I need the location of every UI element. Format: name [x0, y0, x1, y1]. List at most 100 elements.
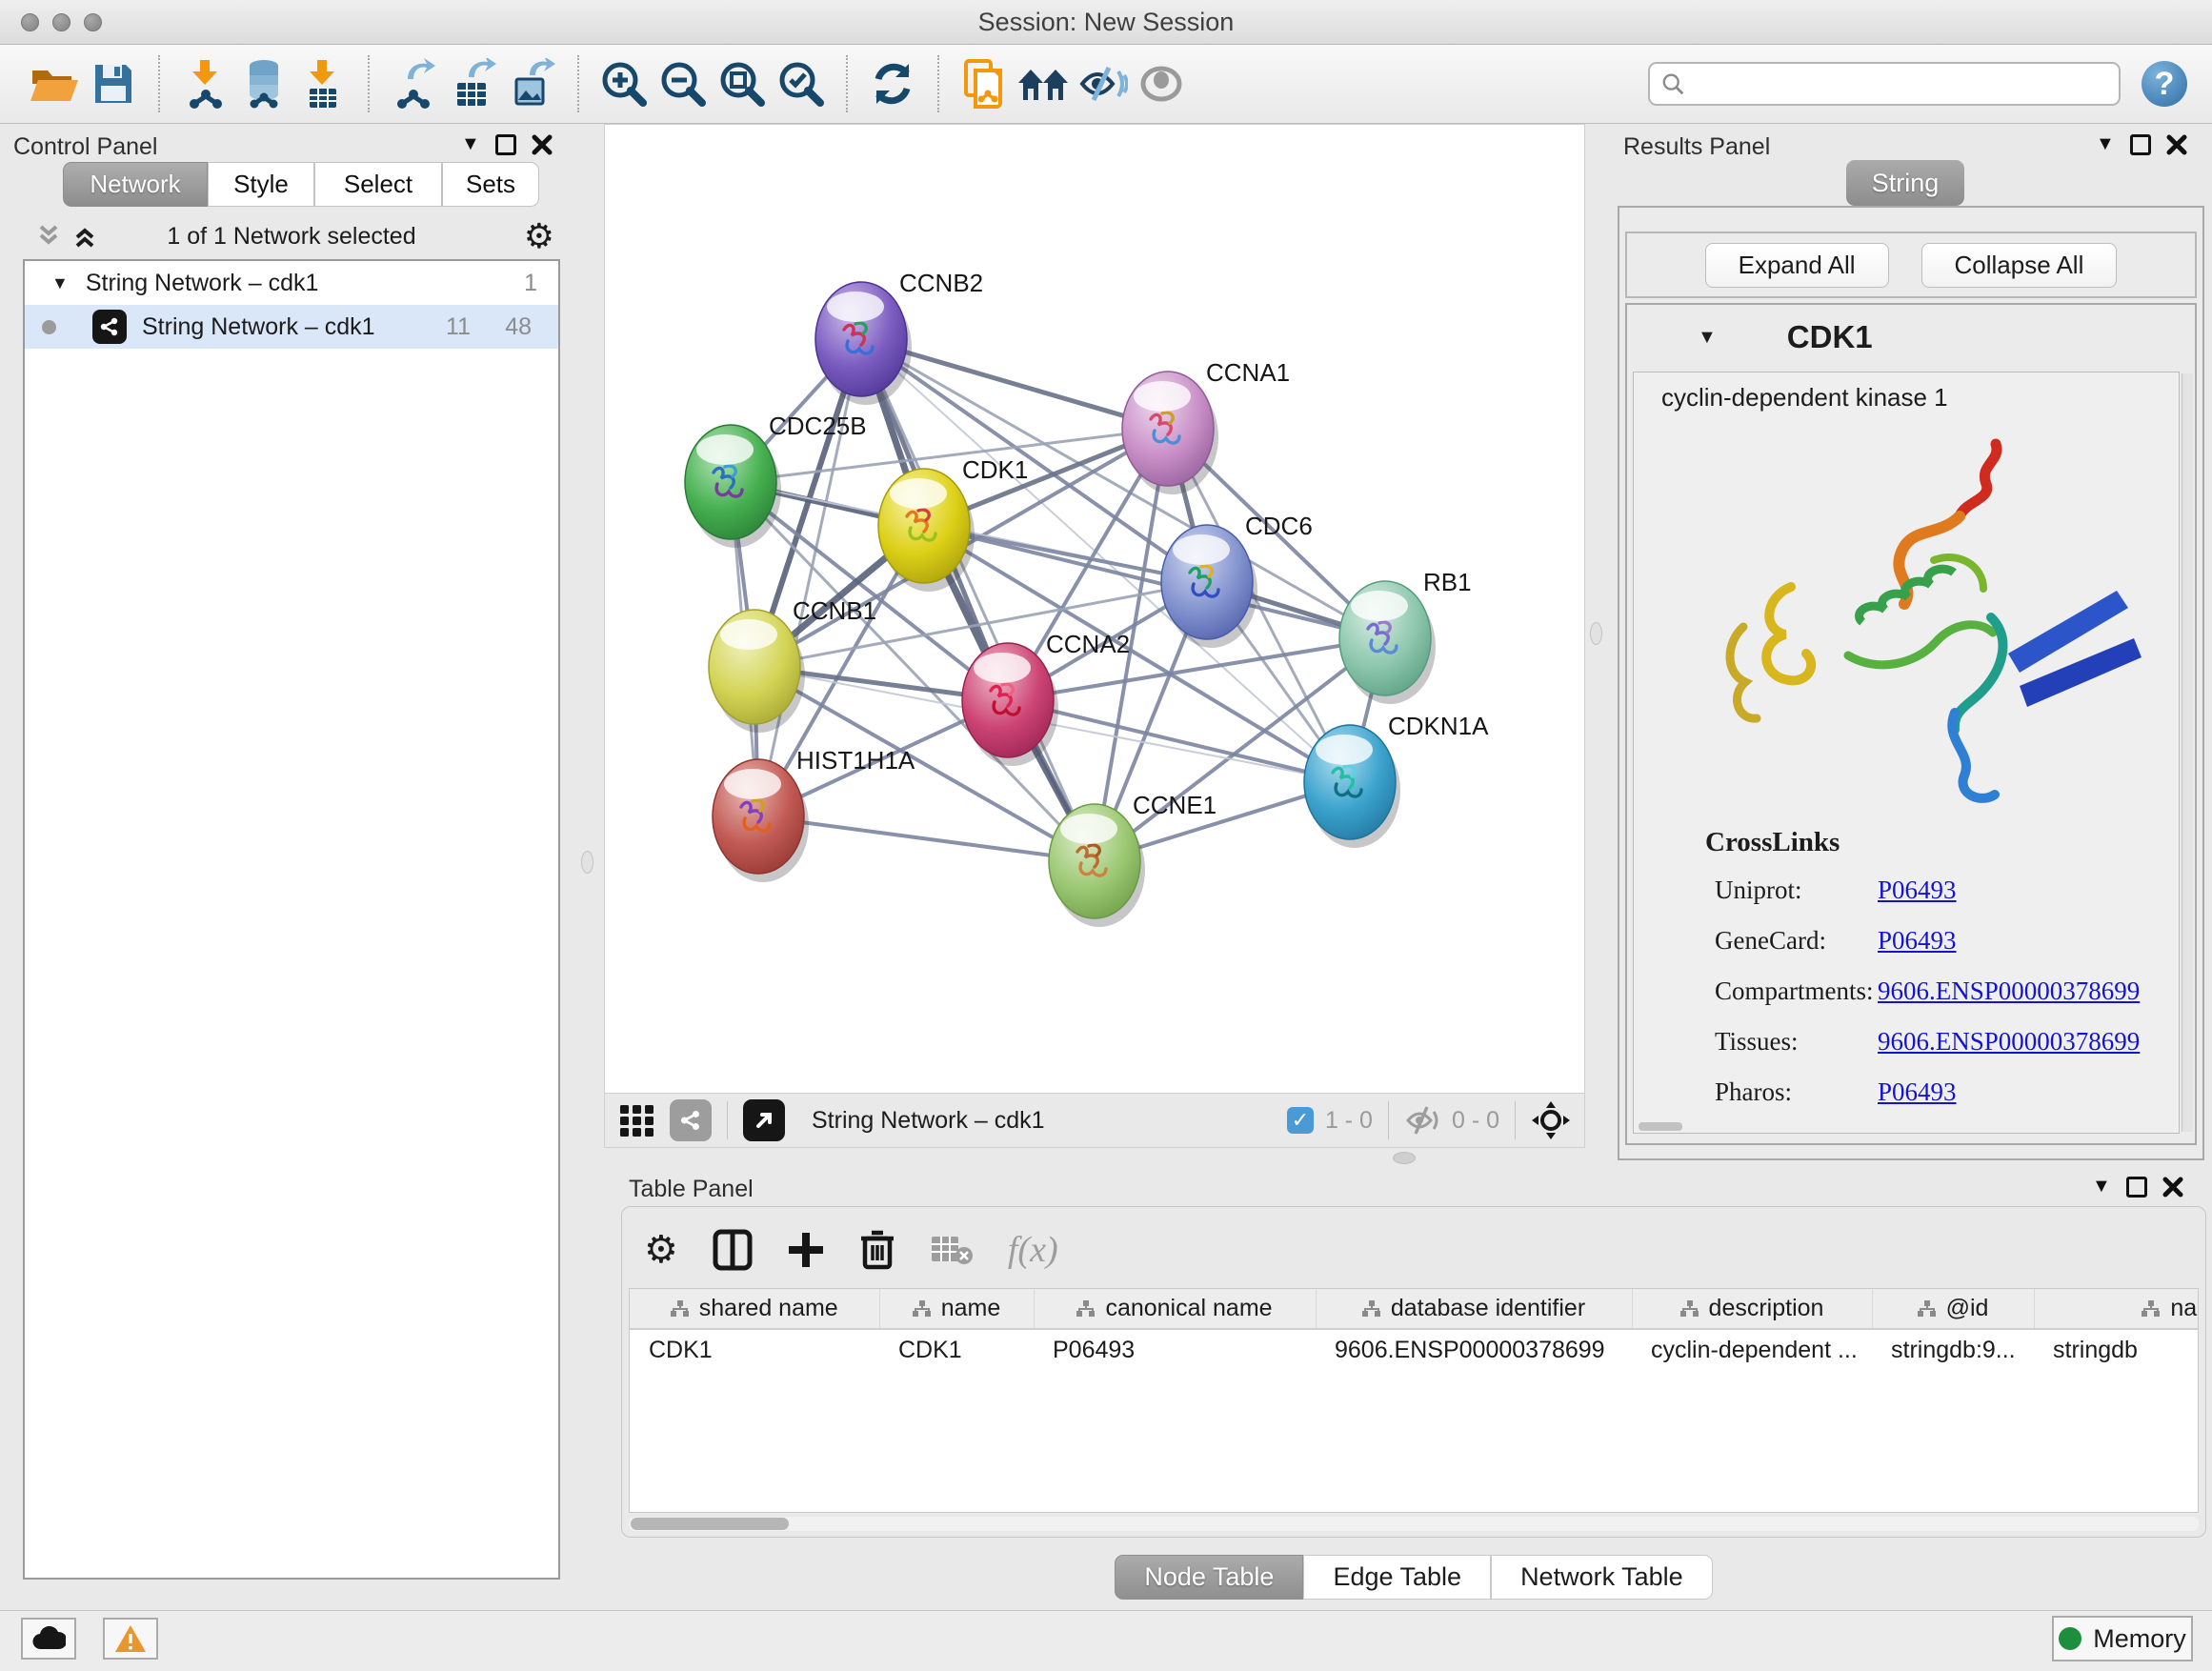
crosslink-link[interactable]: 9606.ENSP00000378699: [1878, 1027, 2140, 1057]
column-header[interactable]: canonical name: [1034, 1289, 1316, 1329]
column-header[interactable]: database identifier: [1316, 1289, 1632, 1329]
network-view-canvas[interactable]: CCNB2CCNA1CDC25BCDK1CDC6RB1CCNB1CCNA2CDK…: [604, 124, 1585, 1094]
network-node-CCNB2[interactable]: CCNB2: [815, 269, 983, 405]
close-panel-icon[interactable]: [2166, 134, 2187, 155]
network-node-CCNE1[interactable]: CCNE1: [1049, 791, 1217, 927]
cell-id[interactable]: stringdb:9...: [1872, 1329, 2034, 1371]
crosslink-link[interactable]: P06493: [1878, 1077, 1957, 1107]
float-panel-icon[interactable]: [2126, 1177, 2147, 1198]
panel-menu-caret-icon[interactable]: ▼: [2092, 1176, 2111, 1198]
table-row[interactable]: CDK1 CDK1 P06493 9606.ENSP00000378699 cy…: [630, 1329, 2199, 1371]
crosslink-link[interactable]: 9606.ENSP00000378699: [1878, 976, 2140, 1006]
column-header[interactable]: description: [1632, 1289, 1872, 1329]
tab-node-table[interactable]: Node Table: [1115, 1555, 1303, 1600]
crosslink-link[interactable]: P06493: [1878, 876, 1957, 905]
clone-network-button[interactable]: [955, 54, 1014, 113]
column-header[interactable]: shared name: [630, 1289, 879, 1329]
export-image-button[interactable]: [503, 54, 562, 113]
search-input[interactable]: [1692, 70, 2107, 97]
panel-menu-caret-icon[interactable]: ▼: [2096, 133, 2115, 155]
warnings-button[interactable]: [103, 1618, 158, 1660]
zoom-out-button[interactable]: [654, 54, 713, 113]
column-header[interactable]: name: [879, 1289, 1034, 1329]
string-view-icon[interactable]: [670, 1099, 712, 1141]
tab-select[interactable]: Select: [314, 162, 442, 207]
zoom-fit-button[interactable]: [713, 54, 772, 113]
panel-menu-caret-icon[interactable]: ▼: [461, 133, 480, 155]
horizontal-splitter-handle[interactable]: [1393, 1152, 1416, 1164]
add-column-icon[interactable]: [787, 1231, 825, 1269]
column-header[interactable]: @id: [1872, 1289, 2034, 1329]
cell-namespace[interactable]: stringdb: [2034, 1329, 2199, 1371]
network-edge[interactable]: [861, 339, 1095, 861]
column-header[interactable]: namespace: [2034, 1289, 2199, 1329]
show-hidden-button[interactable]: [1132, 54, 1191, 113]
table-options-gear-icon[interactable]: ⚙: [644, 1231, 678, 1269]
cloud-status-button[interactable]: [21, 1618, 76, 1660]
left-splitter-handle[interactable]: [581, 851, 593, 874]
right-splitter-handle[interactable]: [1590, 622, 1602, 645]
network-node-CDKN1A[interactable]: CDKN1A: [1304, 712, 1489, 848]
table-horizontal-scrollbar-thumb[interactable]: [631, 1518, 789, 1530]
tab-network[interactable]: Network: [63, 162, 208, 207]
expand-all-button[interactable]: Expand All: [1705, 243, 1889, 288]
close-panel-icon[interactable]: [532, 134, 553, 155]
close-panel-icon[interactable]: [2162, 1177, 2183, 1198]
node-table[interactable]: shared name name canonical name database…: [629, 1288, 2199, 1513]
tree-expand-caret-icon[interactable]: ▼: [51, 273, 69, 293]
toolbar-search-field[interactable]: [1648, 62, 2121, 106]
grid-view-icon[interactable]: [618, 1101, 656, 1139]
save-session-button[interactable]: [84, 54, 143, 113]
open-session-button[interactable]: [25, 54, 84, 113]
network-node-CCNA2[interactable]: CCNA2: [962, 630, 1130, 766]
tab-network-table[interactable]: Network Table: [1491, 1555, 1713, 1600]
collapse-all-button[interactable]: Collapse All: [1921, 243, 2118, 288]
results-vertical-scrollbar[interactable]: [2182, 373, 2193, 1132]
refresh-view-button[interactable]: [863, 54, 922, 113]
table-horizontal-scrollbar[interactable]: [629, 1517, 2199, 1531]
delete-column-icon[interactable]: [859, 1229, 895, 1271]
zoom-in-button[interactable]: [594, 54, 654, 113]
network-node-RB1[interactable]: RB1: [1339, 568, 1472, 704]
cell-database-identifier[interactable]: 9606.ENSP00000378699: [1316, 1329, 1632, 1371]
export-table-button[interactable]: [444, 54, 503, 113]
zoom-selected-button[interactable]: [772, 54, 831, 113]
results-horizontal-scrollbar-thumb[interactable]: [1639, 1122, 1682, 1131]
network-collection-row[interactable]: ▼ String Network – cdk1 1: [25, 261, 558, 305]
open-folder-icon: [29, 61, 80, 107]
hide-unhide-button[interactable]: [1073, 54, 1132, 113]
show-columns-icon[interactable]: [713, 1229, 753, 1271]
network-node-HIST1H1A[interactable]: HIST1H1A: [713, 746, 915, 882]
home-string-button[interactable]: [1014, 54, 1073, 113]
network-node-CCNA1[interactable]: CCNA1: [1122, 358, 1290, 494]
memory-button[interactable]: Memory: [2052, 1616, 2193, 1661]
export-network-button[interactable]: [385, 54, 444, 113]
tab-style[interactable]: Style: [208, 162, 314, 207]
float-panel-icon[interactable]: [2130, 134, 2151, 155]
crosslink-link[interactable]: P06493: [1878, 926, 1957, 956]
network-row[interactable]: String Network – cdk1 11 48: [25, 305, 558, 349]
tab-edge-table[interactable]: Edge Table: [1303, 1555, 1491, 1600]
delete-table-icon[interactable]: [930, 1233, 974, 1267]
selected-nodes-checkbox[interactable]: ✓: [1287, 1107, 1314, 1134]
import-database-button[interactable]: [234, 54, 293, 113]
birdseye-crosshair-icon[interactable]: [1531, 1100, 1571, 1140]
import-network-button[interactable]: [175, 54, 234, 113]
cell-shared-name[interactable]: CDK1: [630, 1329, 879, 1371]
open-in-browser-button[interactable]: [743, 1099, 785, 1141]
float-panel-icon[interactable]: [495, 134, 516, 155]
import-table-button[interactable]: [293, 54, 352, 113]
cell-canonical-name[interactable]: P06493: [1034, 1329, 1316, 1371]
network-node-CCNB1[interactable]: CCNB1: [709, 596, 876, 733]
cell-description[interactable]: cyclin-dependent ...: [1632, 1329, 1872, 1371]
cell-name[interactable]: CDK1: [879, 1329, 1034, 1371]
network-node-CDC6[interactable]: CDC6: [1161, 512, 1313, 648]
help-button[interactable]: ?: [2142, 61, 2187, 107]
tab-sets[interactable]: Sets: [442, 162, 539, 207]
hidden-elements-icon[interactable]: [1404, 1105, 1440, 1136]
string-network-graph[interactable]: CCNB2CCNA1CDC25BCDK1CDC6RB1CCNB1CCNA2CDK…: [605, 125, 1586, 1095]
results-tab-string[interactable]: String: [1846, 160, 1964, 206]
gene-section-header[interactable]: ▼ CDK1: [1625, 303, 2197, 372]
function-builder-icon[interactable]: f(x): [1008, 1229, 1058, 1271]
section-collapse-caret-icon[interactable]: ▼: [1698, 327, 1717, 349]
